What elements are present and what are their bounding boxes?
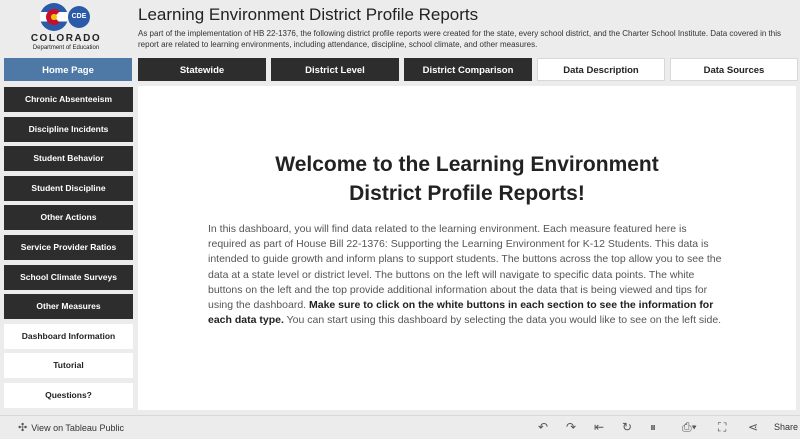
sidebar-item-student-discipline[interactable]: Student Discipline xyxy=(4,175,133,201)
sidebar: Chronic Absenteeism Discipline Incidents… xyxy=(4,87,133,413)
view-on-tableau-link[interactable]: ✣ View on Tableau Public xyxy=(18,421,124,434)
page-description: As part of the implementation of HB 22-1… xyxy=(138,29,781,49)
logo-name: COLORADO xyxy=(30,33,102,44)
tableau-toolbar: ✣ View on Tableau Public ↶ ↷ ⇤ ↻ ⏸ ⎙▾ ⛶ ⋖… xyxy=(0,415,800,439)
intro-paragraph: In this dashboard, you will find data re… xyxy=(208,223,722,312)
download-icon[interactable]: ⎙▾ xyxy=(682,420,697,435)
pause-icon[interactable]: ⏸ xyxy=(650,420,656,435)
tab-data-sources[interactable]: Data Sources xyxy=(670,58,798,81)
sidebar-item-discipline-incidents[interactable]: Discipline Incidents xyxy=(4,116,133,142)
undo-icon[interactable]: ↶ xyxy=(538,420,548,434)
refresh-icon[interactable]: ↻ xyxy=(622,420,632,434)
tableau-icon: ✣ xyxy=(18,422,28,434)
colorado-flag-icon xyxy=(40,3,68,31)
share-label[interactable]: Share xyxy=(774,422,798,432)
welcome-panel: Welcome to the Learning Environment Dist… xyxy=(138,86,796,410)
sidebar-item-other-actions[interactable]: Other Actions xyxy=(4,205,133,231)
start-instruction-text: You can start using this dashboard by se… xyxy=(286,314,722,327)
redo-icon[interactable]: ↷ xyxy=(566,420,576,434)
dashboard-header: CDE COLORADO Department of Education Lea… xyxy=(0,0,800,56)
sidebar-item-tutorial[interactable]: Tutorial xyxy=(4,353,133,379)
page-title: Learning Environment District Profile Re… xyxy=(138,5,479,24)
sidebar-item-other-measures[interactable]: Other Measures xyxy=(4,294,133,320)
sidebar-item-student-behavior[interactable]: Student Behavior xyxy=(4,146,133,172)
view-on-tableau-label: View on Tableau Public xyxy=(31,423,124,433)
welcome-heading-line-1: Welcome to the Learning Environment xyxy=(275,153,659,176)
logo-subtitle: Department of Education xyxy=(32,45,100,51)
sidebar-item-dashboard-information[interactable]: Dashboard Information xyxy=(4,323,133,349)
sidebar-item-questions[interactable]: Questions? xyxy=(4,382,133,408)
sidebar-item-school-climate-surveys[interactable]: School Climate Surveys xyxy=(4,264,133,290)
tab-data-description[interactable]: Data Description xyxy=(537,58,665,81)
welcome-heading-line-2: District Profile Reports! xyxy=(349,182,585,205)
sidebar-item-chronic-absenteeism[interactable]: Chronic Absenteeism xyxy=(4,87,133,112)
share-icon[interactable]: ⋖ xyxy=(748,420,758,434)
sidebar-item-service-provider-ratios[interactable]: Service Provider Ratios xyxy=(4,234,133,260)
tab-district-comparison[interactable]: District Comparison xyxy=(404,58,532,81)
colorado-cde-logo: CDE COLORADO Department of Education xyxy=(22,2,110,54)
revert-icon[interactable]: ⇤ xyxy=(594,420,604,434)
fullscreen-icon[interactable]: ⛶ xyxy=(718,420,726,435)
tab-statewide[interactable]: Statewide xyxy=(138,58,266,81)
cde-badge-icon: CDE xyxy=(68,6,90,28)
welcome-heading: Welcome to the Learning Environment Dist… xyxy=(138,150,796,208)
welcome-body: In this dashboard, you will find data re… xyxy=(208,222,728,328)
home-page-button[interactable]: Home Page xyxy=(4,58,132,81)
tab-district-level[interactable]: District Level xyxy=(271,58,399,81)
